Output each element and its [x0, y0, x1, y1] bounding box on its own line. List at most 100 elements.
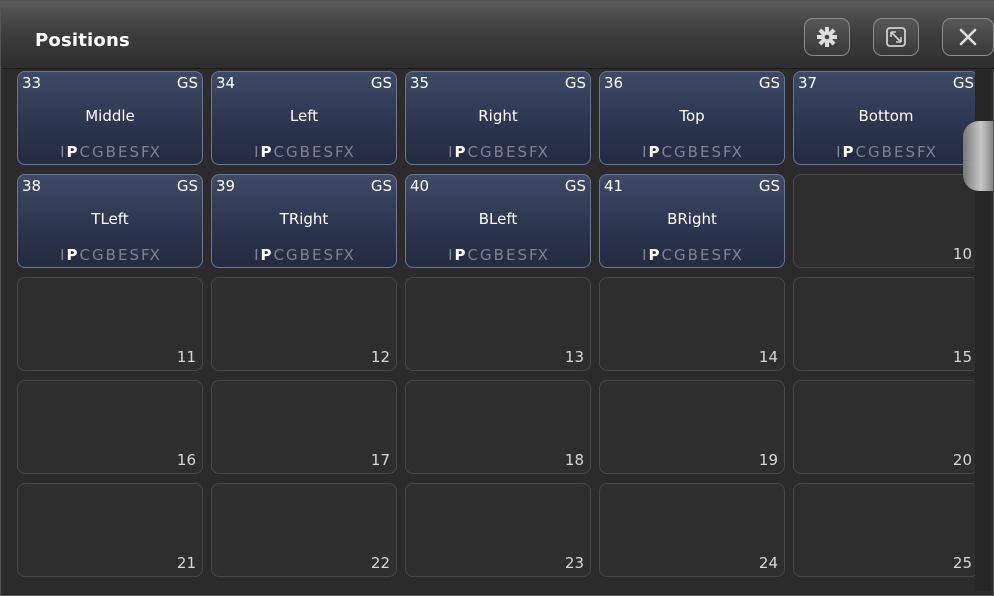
position-tile[interactable]: 33 GS Middle I P C G B E S FX [17, 71, 203, 165]
title-bar: Positions [1, 1, 994, 69]
tile-name: Bottom [858, 107, 914, 125]
attr-s: S [711, 143, 721, 161]
tile-attributes: I P C G B E S FX [18, 143, 202, 161]
attr-c: C [273, 246, 285, 264]
position-tile[interactable]: 38 GS TLeft I P C G B E S FX [17, 174, 203, 268]
position-tile[interactable]: 36 GS Top I P C G B E S FX [599, 71, 785, 165]
empty-slot[interactable]: 17 [211, 380, 397, 474]
attr-b: B [105, 143, 116, 161]
attr-s: S [905, 143, 915, 161]
attr-b: B [493, 143, 504, 161]
empty-slot[interactable]: 11 [17, 277, 203, 371]
attr-p: P [66, 143, 78, 161]
tile-name: Top [679, 107, 705, 125]
attr-b: B [881, 143, 892, 161]
position-tile[interactable]: 34 GS Left I P C G B E S FX [211, 71, 397, 165]
slot-number: 10 [952, 245, 972, 263]
position-tile[interactable]: 37 GS Bottom I P C G B E S FX [793, 71, 979, 165]
window-title: Positions [35, 30, 130, 51]
close-icon [959, 28, 977, 46]
empty-slot[interactable]: 24 [599, 483, 785, 577]
slot-number: 22 [370, 554, 390, 572]
attr-c: C [855, 143, 867, 161]
slot-number: 21 [176, 554, 196, 572]
tile-attributes: I P C G B E S FX [212, 143, 396, 161]
position-tile[interactable]: 40 GS BLeft I P C G B E S FX [405, 174, 591, 268]
slot-number: 16 [176, 451, 196, 469]
attr-c: C [273, 143, 285, 161]
empty-slot[interactable]: 22 [211, 483, 397, 577]
positions-window: Positions 33 GS Middle I P C G B E S FX … [0, 0, 994, 596]
tile-attributes: I P C G B E S FX [600, 143, 784, 161]
attr-g: G [674, 246, 686, 264]
position-tile[interactable]: 41 GS BRight I P C G B E S FX [599, 174, 785, 268]
tile-gs-flag: GS [564, 177, 586, 195]
tile-number: 41 [604, 177, 624, 195]
empty-slot[interactable]: 16 [17, 380, 203, 474]
attr-p: P [66, 246, 78, 264]
attr-s: S [323, 246, 333, 264]
attr-g: G [286, 143, 298, 161]
tile-attributes: I P C G B E S FX [212, 246, 396, 264]
empty-slot[interactable]: 19 [599, 380, 785, 474]
attr-p: P [648, 143, 660, 161]
tile-name: TLeft [91, 210, 129, 228]
attr-e: E [699, 246, 710, 264]
empty-slot[interactable]: 20 [793, 380, 979, 474]
slot-number: 19 [758, 451, 778, 469]
empty-slot[interactable]: 10 [793, 174, 979, 268]
attr-s: S [129, 246, 139, 264]
attr-e: E [117, 246, 128, 264]
attr-i: I [254, 246, 259, 264]
close-button[interactable] [942, 18, 994, 56]
attr-fx: FX [140, 246, 160, 264]
tile-attributes: I P C G B E S FX [600, 246, 784, 264]
empty-slot[interactable]: 23 [405, 483, 591, 577]
attr-fx: FX [528, 143, 548, 161]
tile-name: Left [289, 107, 319, 125]
empty-slot[interactable]: 14 [599, 277, 785, 371]
tile-name: Right [478, 107, 518, 125]
restore-button[interactable] [873, 18, 919, 56]
empty-slot[interactable]: 21 [17, 483, 203, 577]
attr-i: I [642, 143, 647, 161]
position-tile[interactable]: 39 GS TRight I P C G B E S FX [211, 174, 397, 268]
slot-number: 18 [564, 451, 584, 469]
empty-slot[interactable]: 12 [211, 277, 397, 371]
slot-number: 24 [758, 554, 778, 572]
slot-number: 15 [952, 348, 972, 366]
attr-g: G [480, 246, 492, 264]
empty-slot[interactable]: 13 [405, 277, 591, 371]
attr-g: G [868, 143, 880, 161]
attr-i: I [448, 143, 453, 161]
empty-slot[interactable]: 18 [405, 380, 591, 474]
tile-gs-flag: GS [758, 177, 780, 195]
tile-gs-flag: GS [370, 74, 392, 92]
tile-number: 38 [22, 177, 42, 195]
gear-icon [817, 27, 837, 47]
tile-number: 37 [798, 74, 818, 92]
settings-button[interactable] [804, 18, 850, 56]
tile-gs-flag: GS [952, 74, 974, 92]
attr-g: G [674, 143, 686, 161]
attr-g: G [286, 246, 298, 264]
attr-g: G [480, 143, 492, 161]
attr-i: I [254, 143, 259, 161]
attr-fx: FX [916, 143, 936, 161]
attr-p: P [842, 143, 854, 161]
slot-number: 11 [176, 348, 196, 366]
attr-b: B [687, 143, 698, 161]
empty-slot[interactable]: 25 [793, 483, 979, 577]
slot-number: 14 [758, 348, 778, 366]
attr-b: B [105, 246, 116, 264]
attr-i: I [836, 143, 841, 161]
tile-gs-flag: GS [370, 177, 392, 195]
scrollbar-thumb[interactable] [963, 121, 993, 191]
tile-attributes: I P C G B E S FX [794, 143, 978, 161]
tile-name: TRight [279, 210, 329, 228]
empty-slot[interactable]: 15 [793, 277, 979, 371]
position-tile[interactable]: 35 GS Right I P C G B E S FX [405, 71, 591, 165]
attr-e: E [505, 246, 516, 264]
attr-b: B [493, 246, 504, 264]
slot-number: 20 [952, 451, 972, 469]
